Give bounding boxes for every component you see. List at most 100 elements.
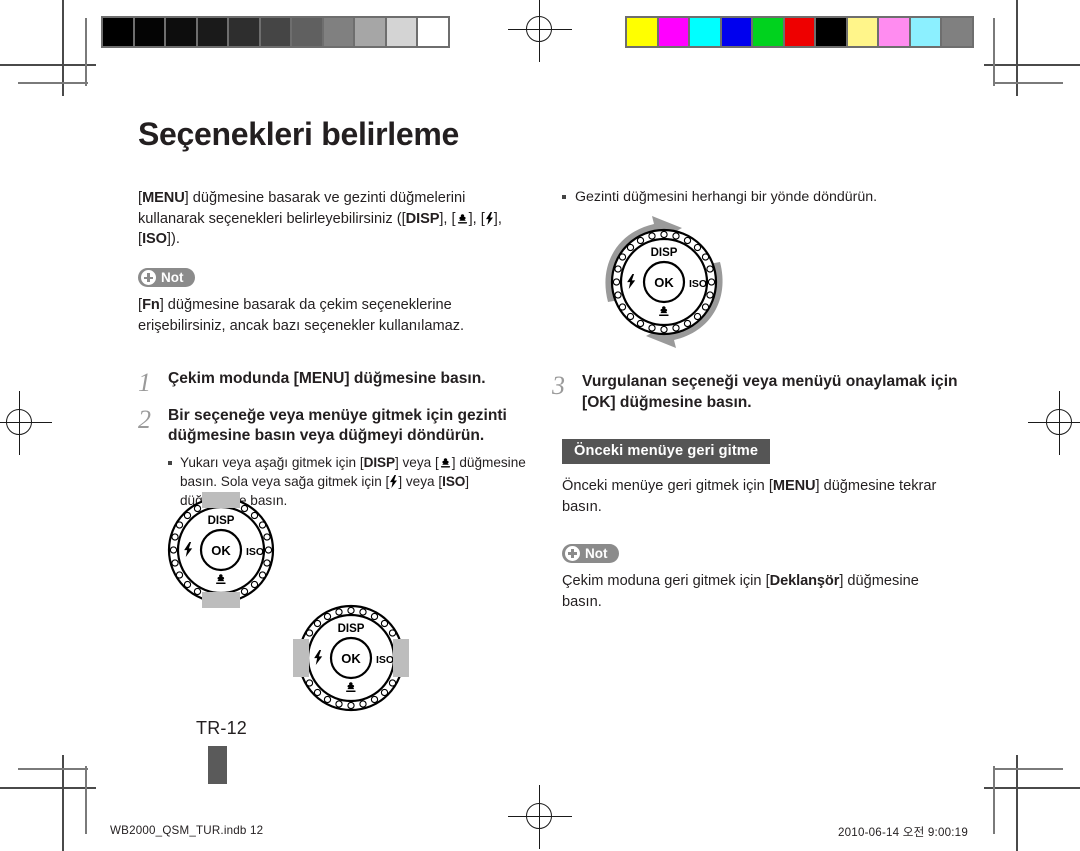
registration-mark-top-center — [508, 0, 572, 62]
svg-text:OK: OK — [654, 275, 674, 290]
step-3: 3 Vurgulanan seçeneği veya menüyü onayla… — [552, 372, 962, 413]
intro-sep-1: ], [ — [439, 210, 456, 227]
crop-mark-top-left-horizontal — [0, 64, 96, 66]
crop-mark-top-right-vertical-inner — [993, 18, 995, 86]
page-number: TR-12 — [196, 718, 248, 738]
dial-graphic: DISP OK ISO — [167, 496, 275, 604]
svg-text:ISO: ISO — [689, 278, 707, 290]
rotate-dial-bullet: Gezinti düğmesini herhangi bir yönde dön… — [562, 188, 962, 208]
note-badge-2: Not — [562, 543, 619, 563]
crop-mark-top-right-horizontal-inner — [993, 82, 1063, 84]
plus-circle-icon — [565, 545, 580, 561]
color-patch-4 — [752, 17, 784, 47]
note1-body: ] düğmesine basarak da çekim seçenekleri… — [138, 297, 465, 334]
crop-mark-top-left-vertical-inner — [85, 18, 87, 86]
intro-paragraph: [MENU] düğmesine basarak ve gezinti düğm… — [138, 190, 502, 248]
step3-post: ] düğmesine basın. — [610, 393, 752, 411]
gray-patch-8 — [354, 17, 386, 47]
registration-vertical-line — [1059, 391, 1061, 455]
footer-timestamp: 2010-06-14 오전 9:00:19 — [838, 826, 968, 839]
left-column: [MENU] düğmesine basarak ve gezinti düğm… — [138, 188, 528, 510]
crop-mark-bottom-left-vertical-inner — [85, 766, 87, 834]
step-2-number: 2 — [138, 404, 151, 434]
menu-key-label: MENU — [298, 369, 345, 387]
disp-key-label: DISP — [363, 455, 395, 471]
highlight-left — [293, 639, 309, 677]
note-badge-1: Not — [138, 268, 195, 288]
flash-bolt-icon — [485, 211, 494, 225]
intro-text-end: ]). — [166, 231, 180, 248]
note-badge-label: Not — [585, 545, 608, 561]
navigation-dial-rotate: DISP OK ISO — [578, 214, 750, 350]
plus-circle-icon — [141, 270, 156, 286]
navigation-dial-left-right: DISP OK ISO — [293, 604, 409, 712]
registration-horizontal-line — [1028, 422, 1080, 424]
registration-vertical-line — [539, 785, 541, 849]
svg-text:ISO: ISO — [376, 654, 394, 666]
section-heading-back-to-previous-menu: Önceki menüye geri gitme — [562, 439, 771, 465]
gray-patch-7 — [322, 17, 354, 47]
color-patch-1 — [657, 17, 689, 47]
note-2-text: Çekim moduna geri gitmek için [Deklanşör… — [562, 571, 962, 612]
page-title: Seçenekleri belirleme — [138, 116, 460, 152]
color-control-patches — [625, 16, 974, 48]
step-3-number: 3 — [552, 371, 565, 400]
note-1-text: [Fn] düğmesine basarak da çekim seçenekl… — [138, 295, 528, 336]
crop-mark-bottom-left-horizontal-inner — [18, 768, 88, 770]
note2-pre: Çekim moduna geri gitmek için [ — [562, 572, 770, 589]
crop-mark-bottom-right-horizontal-inner — [993, 768, 1063, 770]
registration-horizontal-line — [0, 422, 52, 424]
crop-mark-top-right-horizontal — [984, 64, 1080, 66]
gray-patch-2 — [165, 17, 197, 47]
ok-key-label: OK — [587, 393, 611, 411]
fn-key-label: Fn — [142, 297, 160, 314]
gray-patch-5 — [259, 17, 291, 47]
color-patch-0 — [626, 17, 658, 47]
step-1-number: 1 — [138, 367, 151, 397]
iso-key-label: ISO — [442, 473, 466, 489]
registration-mark-left-center — [0, 391, 52, 455]
intro-sep-2: ], [ — [468, 210, 485, 227]
step-1-text: Çekim modunda [MENU] düğmesine basın. — [168, 369, 486, 390]
color-patch-10 — [941, 17, 973, 47]
step1-pre: Çekim modunda [ — [168, 369, 299, 387]
gray-patch-6 — [291, 17, 323, 47]
svg-text:OK: OK — [341, 651, 361, 666]
crop-mark-bottom-right-vertical-inner — [993, 766, 995, 834]
svg-text:DISP: DISP — [651, 247, 678, 259]
footer-filename: WB2000_QSM_TUR.indb 12 — [110, 824, 264, 837]
svg-text:ISO: ISO — [246, 546, 264, 558]
gray-patch-3 — [196, 17, 228, 47]
right-column-lower: 3 Vurgulanan seçeneği veya menüyü onayla… — [552, 372, 962, 616]
highlight-right — [393, 639, 409, 677]
registration-mark-bottom-center — [508, 785, 572, 849]
crop-mark-top-left-horizontal-inner — [18, 82, 88, 84]
step1-post: ] düğmesine basın. — [344, 369, 486, 387]
right-column: Gezinti düğmesini herhangi bir yönde dön… — [562, 188, 962, 208]
note-badge-label: Not — [161, 269, 184, 285]
shutter-key-label: Deklanşör — [769, 572, 840, 589]
step-2-text: Bir seçeneğe veya menüye gitmek için gez… — [168, 406, 507, 445]
gray-patch-10 — [417, 17, 449, 47]
color-patch-8 — [878, 17, 910, 47]
color-patch-7 — [846, 17, 878, 47]
sub-s1: Yukarı veya aşağı gitmek için [ — [180, 455, 364, 471]
svg-text:DISP: DISP — [208, 515, 235, 527]
macro-flower-icon — [439, 457, 452, 469]
svg-text:DISP: DISP — [338, 623, 365, 635]
sub-s2: ] veya [ — [394, 455, 439, 471]
gray-patch-1 — [133, 17, 165, 47]
color-patch-6 — [815, 17, 847, 47]
menu-key-label: MENU — [772, 478, 816, 495]
macro-flower-icon — [456, 213, 469, 225]
step-3-text: Vurgulanan seçeneği veya menüyü onaylama… — [582, 372, 962, 413]
svg-text:OK: OK — [211, 543, 231, 558]
color-patch-2 — [689, 17, 721, 47]
secbody-pre: Önceki menüye geri gitmek için [ — [562, 478, 773, 495]
navigation-dial-up-down: DISP OK ISO — [167, 492, 275, 608]
dial-graphic: DISP OK ISO — [297, 604, 405, 712]
color-patch-9 — [909, 17, 941, 47]
crop-mark-bottom-right-horizontal — [984, 787, 1080, 789]
iso-key-label: ISO — [142, 231, 167, 248]
page-thumb-tab — [208, 746, 227, 784]
